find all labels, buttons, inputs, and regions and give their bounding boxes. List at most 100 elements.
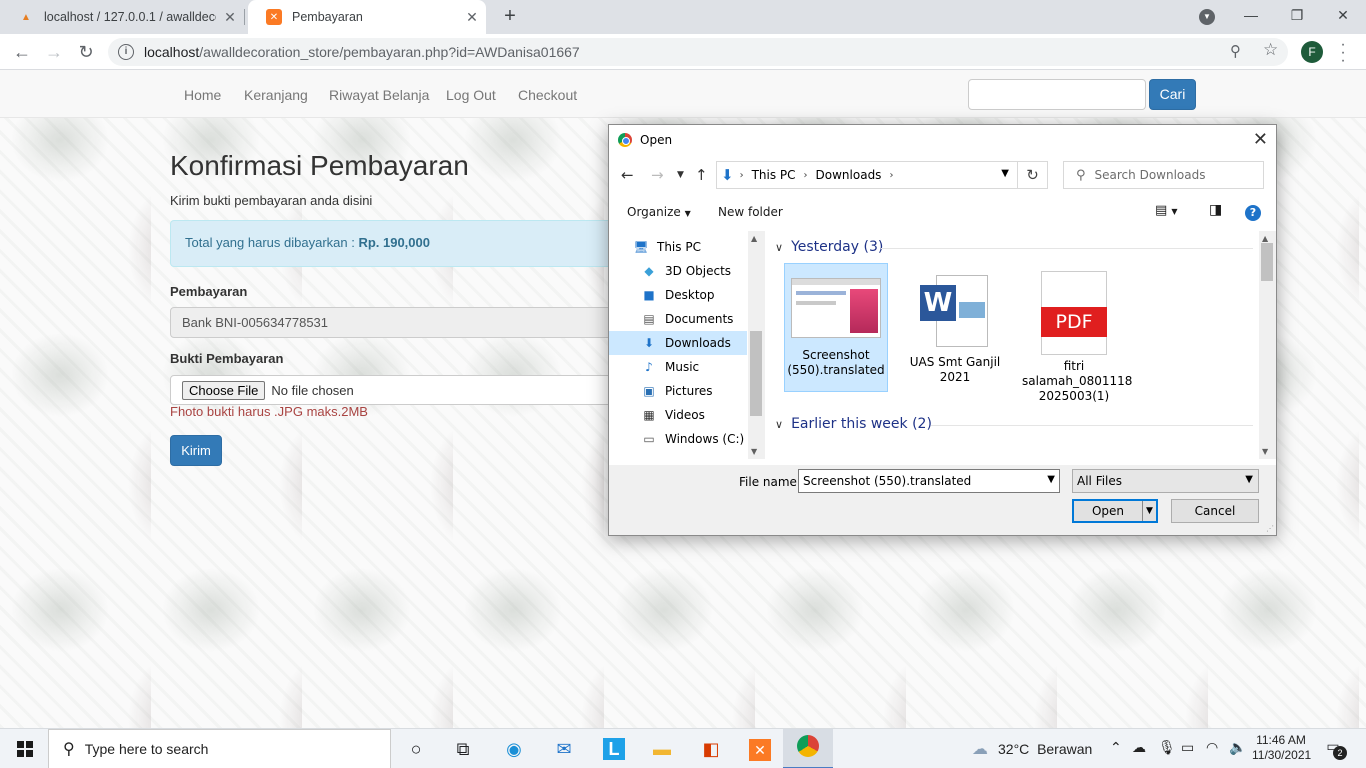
restore-button[interactable]: ❐ (1274, 0, 1320, 34)
pdf-document-icon: PDF (1041, 271, 1107, 355)
chevron-right-icon[interactable]: › (740, 170, 744, 181)
dialog-search-input[interactable]: ⚲ Search Downloads (1063, 161, 1264, 189)
edge-icon[interactable]: ◉ (500, 735, 528, 763)
weather-widget[interactable]: ☁ 32°C Berawan (972, 739, 1092, 759)
mail-icon[interactable]: ✉ (550, 735, 578, 763)
nav-checkout[interactable]: Checkout (518, 87, 577, 103)
nav-pane-scrollbar[interactable]: ▲ ▼ (748, 231, 765, 459)
nav-log-out[interactable]: Log Out (446, 87, 496, 103)
site-info-icon[interactable]: i (118, 44, 134, 60)
payment-method-field[interactable]: Bank BNI-005634778531 (170, 307, 630, 338)
file-name-line: 2021 (939, 370, 971, 384)
chevron-down-icon[interactable]: ▼ (1001, 168, 1009, 179)
office-icon[interactable]: ◧ (697, 735, 725, 763)
back-arrow-icon[interactable]: ← (621, 166, 634, 184)
nav-item-downloads[interactable]: ⬇ Downloads (609, 331, 747, 355)
file-input[interactable]: Choose File No file chosen (170, 375, 630, 405)
file-type-select[interactable]: All Files ▼ (1072, 469, 1259, 493)
nav-keranjang[interactable]: Keranjang (244, 87, 308, 103)
l-app-icon[interactable]: L (600, 735, 628, 763)
preview-pane-icon[interactable]: ◨ (1209, 202, 1222, 218)
new-folder-button[interactable]: New folder (718, 205, 783, 219)
scroll-down-icon[interactable]: ▼ (751, 447, 757, 456)
bookmark-star-icon[interactable]: ☆ (1263, 40, 1278, 60)
open-options-icon[interactable]: ▼ (1142, 501, 1156, 521)
nav-riwayat-belanja[interactable]: Riwayat Belanja (329, 87, 429, 103)
recent-locations-icon[interactable]: ▼ (677, 170, 684, 180)
tab-search-icon[interactable]: ▼ (1199, 9, 1215, 25)
organize-button[interactable]: Organize ▼ (627, 205, 691, 219)
back-arrow-icon[interactable]: ← (10, 40, 34, 64)
group-earlier-this-week[interactable]: ∨ Earlier this week (2) (775, 416, 932, 432)
file-name-input[interactable]: Screenshot (550).translated ▼ (798, 469, 1060, 493)
close-icon[interactable]: ✕ (1253, 129, 1268, 150)
tab-phpmyadmin[interactable]: ▲ localhost / 127.0.0.1 / awalldecor ✕ (0, 0, 244, 34)
group-yesterday[interactable]: ∨ Yesterday (3) (775, 239, 883, 255)
volume-icon[interactable]: 🔈 (1229, 739, 1246, 756)
close-icon[interactable]: ✕ (458, 9, 486, 26)
cancel-button[interactable]: Cancel (1171, 499, 1259, 523)
taskbar-search[interactable]: ⚲ Type here to search (48, 729, 391, 768)
view-options-icon[interactable]: ▤ ▼ (1155, 203, 1178, 218)
dialog-breadcrumb[interactable]: ⬇ › This PC › Downloads › ▼ (716, 161, 1018, 189)
breadcrumb-this-pc[interactable]: This PC (752, 168, 796, 182)
nav-item-music[interactable]: ♪ Music (609, 355, 747, 379)
nav-item-pictures[interactable]: ▣ Pictures (609, 379, 747, 403)
chevron-down-icon[interactable]: ▼ (1047, 474, 1055, 485)
nav-item-desktop[interactable]: ■ Desktop (609, 283, 747, 307)
start-button[interactable] (0, 729, 48, 768)
close-icon[interactable]: ✕ (216, 9, 244, 26)
nav-item-3d-objects[interactable]: ◆ 3D Objects (609, 259, 747, 283)
file-item-screenshot[interactable]: Screenshot (550).translated (784, 263, 888, 392)
nav-item-videos[interactable]: ▦ Videos (609, 403, 747, 427)
microphone-icon[interactable]: 🎙 (1158, 739, 1176, 756)
address-bar[interactable]: i localhost/awalldecoration_store/pembay… (108, 38, 1288, 66)
onedrive-icon[interactable]: ☁ (1132, 739, 1146, 756)
up-arrow-icon[interactable]: ↑ (695, 166, 708, 184)
scroll-up-icon[interactable]: ▲ (751, 234, 757, 243)
refresh-icon[interactable]: ↻ (1018, 161, 1048, 189)
task-view-icon[interactable]: ⧉ (449, 735, 477, 763)
breadcrumb-downloads[interactable]: Downloads (816, 168, 882, 182)
battery-icon[interactable]: ▭ (1181, 739, 1194, 756)
forward-arrow-icon[interactable]: → (651, 166, 664, 184)
chevron-right-icon[interactable]: › (889, 170, 893, 181)
scroll-down-icon[interactable]: ▼ (1262, 447, 1268, 456)
nav-item-this-pc[interactable]: 🖥 This PC (609, 235, 747, 259)
search-button[interactable]: Cari (1149, 79, 1196, 110)
file-pane-scrollbar[interactable]: ▲ ▼ (1259, 231, 1276, 459)
nav-home[interactable]: Home (184, 87, 221, 103)
chevron-up-icon[interactable]: ⌃ (1110, 739, 1122, 756)
resize-grip-icon[interactable]: ⋰ (1266, 524, 1274, 533)
minimize-button[interactable]: — (1228, 0, 1274, 34)
taskbar-clock[interactable]: 11:46 AM 11/30/2021 (1252, 733, 1311, 763)
tab-pembayaran[interactable]: ✕ Pembayaran ✕ (248, 0, 486, 34)
notification-icon[interactable]: ▭ 2 (1323, 738, 1347, 760)
scrollbar-thumb[interactable] (1261, 243, 1273, 281)
scroll-up-icon[interactable]: ▲ (1262, 234, 1268, 243)
nav-item-documents[interactable]: ▤ Documents (609, 307, 747, 331)
scrollbar-thumb[interactable] (750, 331, 762, 416)
choose-file-button[interactable]: Choose File (182, 380, 266, 400)
profile-avatar[interactable]: F (1301, 41, 1323, 63)
open-button[interactable]: Open ▼ (1072, 499, 1158, 523)
chrome-icon[interactable] (794, 735, 822, 763)
file-item-pdf[interactable]: PDF fitri salamah_0801118 2025003(1) (1022, 263, 1132, 408)
submit-button[interactable]: Kirim (170, 435, 222, 466)
menu-icon[interactable]: · · · (1338, 37, 1348, 69)
file-explorer-icon[interactable]: ▬ (648, 735, 676, 763)
reload-icon[interactable]: ↻ (74, 40, 98, 64)
cortana-icon[interactable]: ○ (402, 735, 430, 763)
chevron-right-icon[interactable]: › (804, 170, 808, 181)
help-icon[interactable]: ? (1245, 205, 1261, 221)
window-close-button[interactable]: ✕ (1320, 0, 1366, 34)
organize-label: Organize (627, 205, 681, 219)
nav-item-windows-c[interactable]: ▭ Windows (C:) (609, 427, 747, 451)
site-search-input[interactable] (968, 79, 1146, 110)
new-tab-button[interactable]: + (498, 5, 522, 29)
wifi-icon[interactable]: ◠ (1206, 739, 1218, 756)
xampp-icon[interactable]: ✕ (746, 735, 774, 763)
file-item-uas[interactable]: W UAS Smt Ganjil 2021 (903, 263, 1007, 392)
forward-arrow-icon[interactable]: → (42, 40, 66, 64)
zoom-icon[interactable]: ⚲ (1230, 42, 1241, 60)
